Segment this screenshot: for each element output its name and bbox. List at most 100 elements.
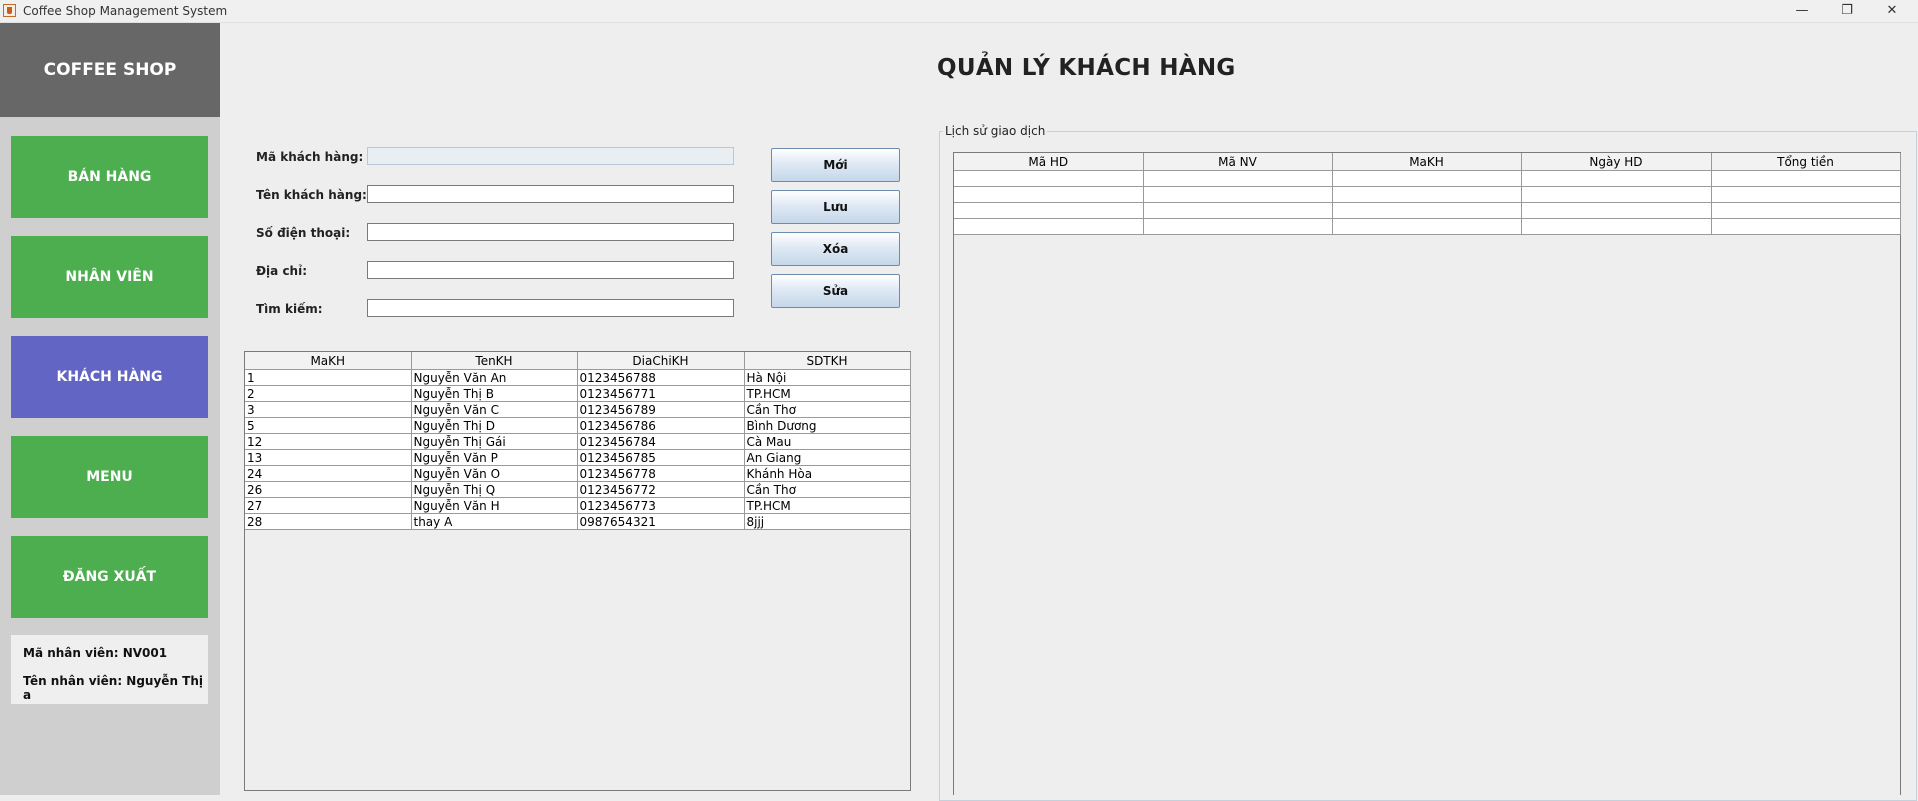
cell: 1 — [245, 369, 412, 386]
column-header-makh[interactable]: MaKH — [1332, 153, 1522, 171]
column-header-diachikh[interactable]: DiaChiKH — [577, 352, 745, 370]
minimize-button[interactable]: — — [1780, 0, 1824, 22]
employee-id: Mã nhân viên: NV001 — [23, 646, 168, 660]
column-header-makh[interactable]: MaKH — [245, 352, 412, 370]
cell: 26 — [245, 481, 412, 498]
cell: TP.HCM — [744, 385, 911, 402]
cell: 28 — [245, 513, 412, 530]
dia-chi-field[interactable] — [367, 261, 734, 279]
cell: 3 — [245, 401, 412, 418]
table-row[interactable]: 3 Nguyễn Văn C 0123456789 Cần Thơ — [245, 401, 911, 418]
window-titlebar: Coffee Shop Management System — ❐ ✕ — [0, 0, 1918, 23]
column-header-tenkh[interactable]: TenKH — [411, 352, 578, 370]
ten-kh-field[interactable] — [367, 185, 734, 203]
cell — [1711, 186, 1901, 203]
ma-kh-field[interactable] — [367, 147, 734, 165]
cell — [1332, 170, 1522, 187]
table-row[interactable]: 12 Nguyễn Thị Gái 0123456784 Cà Mau — [245, 433, 911, 450]
table-row[interactable] — [954, 218, 1901, 235]
cell — [1521, 202, 1712, 219]
cell — [1143, 186, 1333, 203]
nav-nhan-vien-button[interactable]: NHÂN VIÊN — [11, 236, 208, 318]
cell: 0123456771 — [577, 385, 745, 402]
cell: 13 — [245, 449, 412, 466]
table-row[interactable]: 2 Nguyễn Thị B 0123456771 TP.HCM — [245, 385, 911, 402]
nav-ban-hang-button[interactable]: BÁN HÀNG — [11, 136, 208, 218]
customer-table-header: MaKH TenKH DiaChiKH SDTKH — [245, 352, 911, 370]
table-row[interactable] — [954, 202, 1901, 219]
search-input[interactable] — [367, 299, 734, 317]
cell: Nguyễn Văn P — [411, 449, 578, 466]
cell: Cần Thơ — [744, 401, 911, 418]
brand-title: COFFEE SHOP — [0, 23, 220, 117]
cell: Nguyễn Thị Q — [411, 481, 578, 498]
nav-menu-button[interactable]: MENU — [11, 436, 208, 518]
save-button[interactable]: Lưu — [771, 190, 900, 224]
cell: Khánh Hòa — [744, 465, 911, 482]
column-header-ma-nv[interactable]: Mã NV — [1143, 153, 1333, 171]
table-row[interactable]: 13 Nguyễn Văn P 0123456785 An Giang — [245, 449, 911, 466]
cell: Bình Dương — [744, 417, 911, 434]
cell: 0123456773 — [577, 497, 745, 514]
cell: 12 — [245, 433, 412, 450]
tim-kiem-label: Tìm kiếm: — [256, 302, 323, 316]
cell — [1332, 186, 1522, 203]
cell: An Giang — [744, 449, 911, 466]
cell: 0123456785 — [577, 449, 745, 466]
history-title: Lịch sử giao dịch — [943, 124, 1048, 138]
column-header-ma-hd[interactable]: Mã HD — [954, 153, 1144, 171]
cell: 0987654321 — [577, 513, 745, 530]
cell: TP.HCM — [744, 497, 911, 514]
cell — [1143, 218, 1333, 235]
cell: thay A — [411, 513, 578, 530]
ma-kh-label: Mã khách hàng: — [256, 150, 364, 164]
cell — [1521, 186, 1712, 203]
sidebar: COFFEE SHOP BÁN HÀNG NHÂN VIÊN KHÁCH HÀN… — [0, 23, 220, 795]
table-row[interactable]: 5 Nguyễn Thị D 0123456786 Bình Dương — [245, 417, 911, 434]
cell: 8jjj — [744, 513, 911, 530]
ten-kh-label: Tên khách hàng: — [256, 188, 367, 202]
table-row[interactable] — [954, 186, 1901, 203]
nav-khach-hang-button[interactable]: KHÁCH HÀNG — [11, 336, 208, 418]
page-title: QUẢN LÝ KHÁCH HÀNG — [937, 55, 1236, 81]
maximize-button[interactable]: ❐ — [1825, 0, 1869, 22]
column-header-sdtkh[interactable]: SDTKH — [744, 352, 911, 370]
cell: Nguyễn Văn C — [411, 401, 578, 418]
java-cup-icon — [3, 4, 16, 17]
column-header-tong-tien[interactable]: Tổng tiền — [1711, 153, 1901, 171]
cell — [954, 202, 1144, 219]
cell — [1521, 170, 1712, 187]
cell — [1711, 170, 1901, 187]
employee-name: Tên nhân viên: Nguyễn Thị a — [23, 674, 203, 702]
cell: 0123456789 — [577, 401, 745, 418]
cell — [1521, 218, 1712, 235]
cell: Nguyễn Văn An — [411, 369, 578, 386]
history-table-header: Mã HD Mã NV MaKH Ngày HD Tổng tiền — [954, 153, 1901, 171]
table-row[interactable]: 24 Nguyễn Văn O 0123456778 Khánh Hòa — [245, 465, 911, 482]
cell: 0123456786 — [577, 417, 745, 434]
close-button[interactable]: ✕ — [1870, 0, 1914, 22]
table-row[interactable]: 26 Nguyễn Thị Q 0123456772 Cần Thơ — [245, 481, 911, 498]
edit-button[interactable]: Sửa — [771, 274, 900, 308]
column-header-ngay-hd[interactable]: Ngày HD — [1521, 153, 1712, 171]
cell: 0123456778 — [577, 465, 745, 482]
delete-button[interactable]: Xóa — [771, 232, 900, 266]
cell: Cần Thơ — [744, 481, 911, 498]
cell: 24 — [245, 465, 412, 482]
cell — [1143, 170, 1333, 187]
cell — [954, 186, 1144, 203]
cell: 0123456784 — [577, 433, 745, 450]
cell: 2 — [245, 385, 412, 402]
new-button[interactable]: Mới — [771, 148, 900, 182]
history-table-panel: Mã HD Mã NV MaKH Ngày HD Tổng tiền — [953, 152, 1901, 795]
cell: Nguyễn Văn O — [411, 465, 578, 482]
cell: Nguyễn Thị D — [411, 417, 578, 434]
table-row[interactable]: 28 thay A 0987654321 8jjj — [245, 513, 911, 530]
table-row[interactable] — [954, 170, 1901, 187]
cell — [954, 170, 1144, 187]
sdt-field[interactable] — [367, 223, 734, 241]
table-row[interactable]: 1 Nguyễn Văn An 0123456788 Hà Nội — [245, 369, 911, 386]
table-row[interactable]: 27 Nguyễn Văn H 0123456773 TP.HCM — [245, 497, 911, 514]
customer-table-panel: MaKH TenKH DiaChiKH SDTKH 1 Nguyễn Văn An… — [244, 351, 911, 791]
nav-dang-xuat-button[interactable]: ĐĂNG XUẤT — [11, 536, 208, 618]
